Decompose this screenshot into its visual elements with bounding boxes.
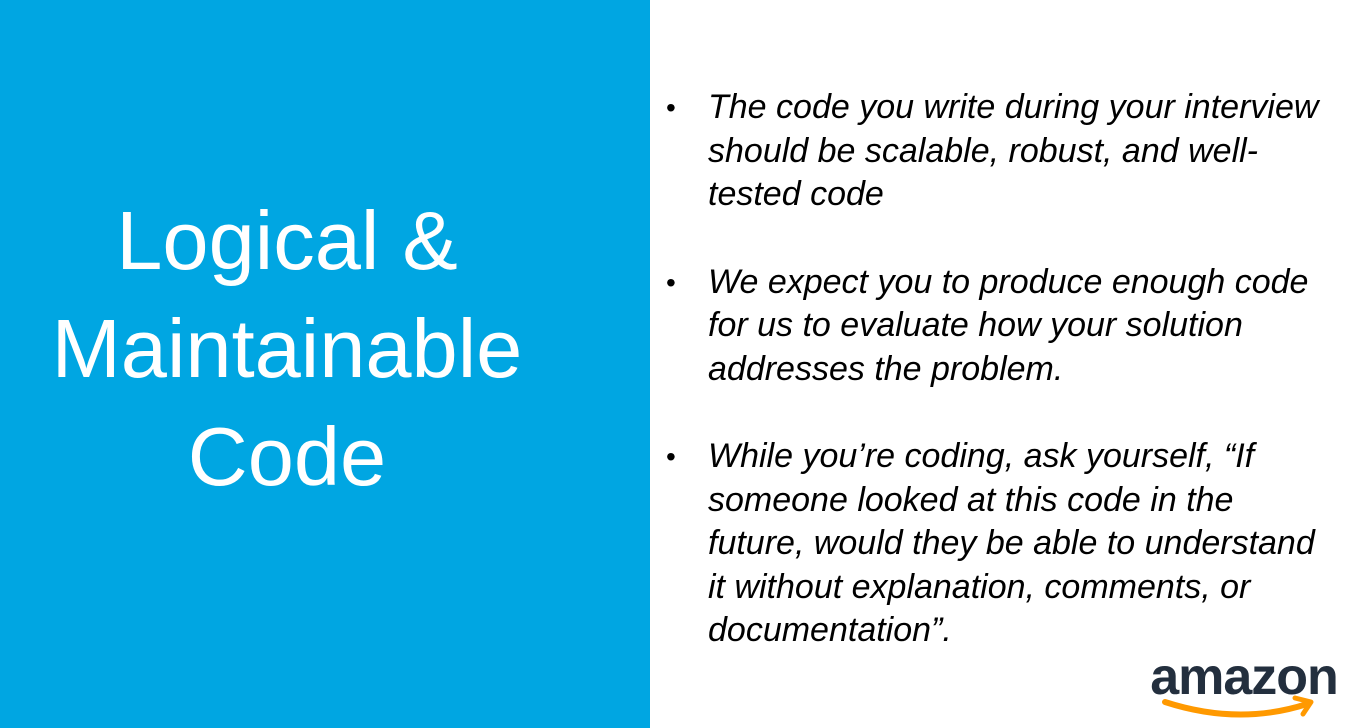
bullet-item: • We expect you to produce enough code f… (666, 261, 1366, 392)
bullet-line: addresses the problem. (708, 349, 1064, 388)
bullet-dot-icon: • (666, 266, 676, 298)
bullet-line: should be scalable, robust, and well- (708, 131, 1258, 170)
bullet-text: We expect you to produce enough code for… (708, 261, 1366, 392)
bullet-line: it without explanation, comments, or (708, 567, 1251, 606)
slide-title-line: Maintainable (51, 302, 523, 395)
amazon-logo-icon: amazon (1150, 650, 1339, 718)
bullet-line: someone looked at this code in the (708, 480, 1234, 519)
bullet-line: for us to evaluate how your solution (708, 306, 1243, 344)
amazon-logo-text: amazon (1150, 650, 1338, 706)
bullet-text: The code you write during your interview… (708, 86, 1366, 217)
bullet-line: We expect you to produce enough code (708, 262, 1309, 301)
bullet-line: The code you write during your interview (708, 88, 1319, 126)
slide-title: Logical & Maintainable Code (52, 187, 523, 511)
slide-title-line: Code (187, 410, 387, 503)
slide: Logical & Maintainable Code • The code y… (0, 0, 1369, 728)
bullet-dot-icon: • (666, 441, 676, 472)
content-panel: • The code you write during your intervi… (650, 0, 1369, 728)
bullet-line: tested code (708, 175, 884, 213)
bullet-list: • The code you write during your intervi… (666, 86, 1366, 653)
bullet-line: documentation”. (708, 611, 952, 649)
bullet-line: While you’re coding, ask yourself, “If (708, 437, 1255, 475)
title-panel: Logical & Maintainable Code (0, 0, 650, 728)
bullet-line: future, would they be able to understand (708, 524, 1315, 562)
bullet-item: • While you’re coding, ask yourself, “If… (666, 435, 1366, 653)
bullet-text: While you’re coding, ask yourself, “If s… (708, 435, 1366, 653)
bullet-item: • The code you write during your intervi… (666, 86, 1366, 217)
slide-title-line: Logical & (116, 194, 458, 287)
bullet-dot-icon: • (666, 92, 676, 123)
